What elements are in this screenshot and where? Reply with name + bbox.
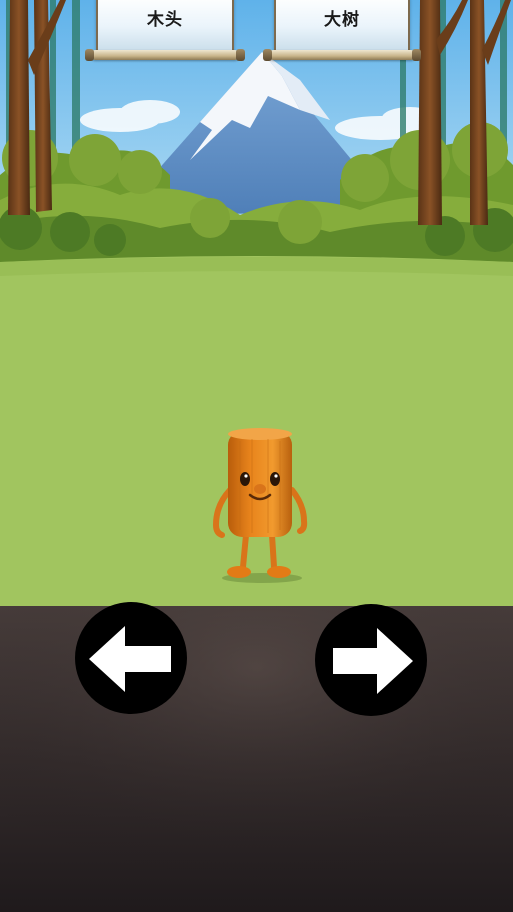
arrow-left-icon [89, 626, 171, 692]
sign-word-left: 木头 [147, 10, 183, 30]
scroll-knob [236, 49, 245, 61]
arrow-right-icon [333, 628, 413, 694]
wood-log-character [212, 428, 308, 578]
scroll-knob [85, 49, 94, 61]
word-sign-left[interactable]: 木头 [85, 0, 245, 62]
move-right-button[interactable] [315, 604, 427, 716]
game-stage: 木头 大树 [0, 0, 513, 912]
move-left-button[interactable] [75, 602, 187, 714]
scroll-roller [268, 50, 416, 60]
word-sign-right[interactable]: 大树 [263, 0, 421, 62]
scroll-knob [263, 49, 272, 61]
sign-word-right: 大树 [324, 10, 360, 30]
scroll-knob [412, 49, 421, 61]
scroll-roller [90, 50, 240, 60]
